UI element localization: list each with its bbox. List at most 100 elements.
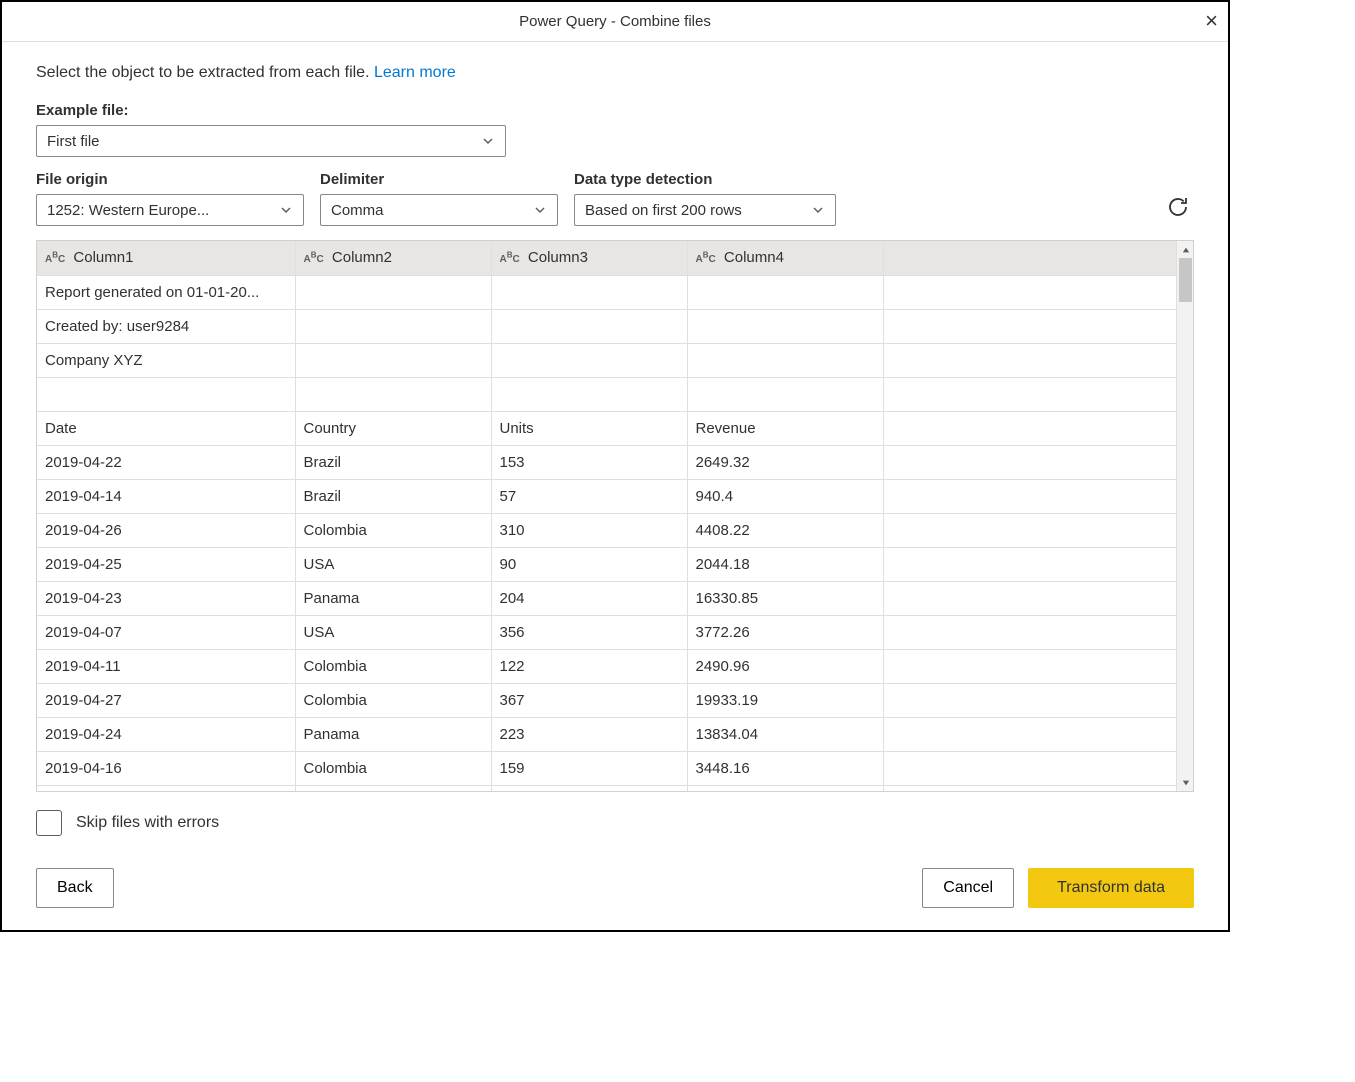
table-cell: 367: [491, 683, 687, 717]
table-row[interactable]: 2019-04-22Brazil1532649.32: [37, 445, 1176, 479]
table-cell: [687, 309, 883, 343]
table-cell: [883, 547, 1176, 581]
table-cell: USA: [295, 547, 491, 581]
table-cell: 153: [491, 445, 687, 479]
chevron-down-icon: [279, 203, 293, 217]
table-cell: 57: [491, 479, 687, 513]
example-file-field: Example file: First file: [36, 102, 1194, 157]
scroll-up-icon[interactable]: [1177, 241, 1194, 258]
vertical-scrollbar[interactable]: [1176, 241, 1193, 791]
table-row[interactable]: 2019-04-24Panama22313834.04: [37, 717, 1176, 751]
chevron-down-icon: [481, 134, 495, 148]
table-row[interactable]: 2019-04-14Brazil57940.4: [37, 479, 1176, 513]
table-cell: [883, 411, 1176, 445]
table-row[interactable]: 2019-04-25USA902044.18: [37, 547, 1176, 581]
skip-files-row: Skip files with errors: [36, 810, 1194, 836]
table-cell: [883, 717, 1176, 751]
skip-files-checkbox[interactable]: [36, 810, 62, 836]
close-icon[interactable]: ×: [1205, 10, 1218, 32]
table-row[interactable]: [37, 377, 1176, 411]
table-cell: Revenue: [687, 411, 883, 445]
learn-more-link[interactable]: Learn more: [374, 64, 456, 81]
table-cell: Panama: [295, 717, 491, 751]
table-cell: Brazil: [295, 445, 491, 479]
table-cell: 2019-04-25: [37, 547, 295, 581]
example-file-select[interactable]: First file: [36, 125, 506, 157]
table-cell: [687, 343, 883, 377]
preview-table-wrap: ABC Column1 ABC Column2 ABC Column3 ABC …: [36, 240, 1194, 792]
table-cell: [883, 785, 1176, 791]
table-row[interactable]: Company XYZ: [37, 343, 1176, 377]
back-button[interactable]: Back: [36, 868, 114, 908]
column-header[interactable]: ABC Column1: [37, 241, 295, 275]
column-header-empty: [883, 241, 1176, 275]
scroll-thumb[interactable]: [1179, 258, 1192, 302]
table-cell: 2019-04-27: [37, 683, 295, 717]
table-row[interactable]: 2019-04-26Colombia3104408.22: [37, 513, 1176, 547]
table-cell: 122: [491, 649, 687, 683]
table-cell: [883, 343, 1176, 377]
table-cell: 2019-04-22: [37, 445, 295, 479]
abc-icon: ABC: [304, 254, 324, 265]
table-cell: Panama: [295, 581, 491, 615]
dialog-title: Power Query - Combine files: [519, 13, 711, 30]
table-cell: 4408.22: [687, 513, 883, 547]
scroll-down-icon[interactable]: [1177, 774, 1194, 791]
table-cell: [491, 309, 687, 343]
table-row[interactable]: 2019-04-16Colombia1593448.16: [37, 751, 1176, 785]
table-cell: [37, 377, 295, 411]
data-type-detection-value: Based on first 200 rows: [585, 202, 742, 219]
table-cell: [687, 275, 883, 309]
example-file-value: First file: [47, 133, 100, 150]
table-header-row: ABC Column1 ABC Column2 ABC Column3 ABC …: [37, 241, 1176, 275]
table-row[interactable]: 2019-04-11Colombia1222490.96: [37, 649, 1176, 683]
column-header[interactable]: ABC Column4: [687, 241, 883, 275]
delimiter-select[interactable]: Comma: [320, 194, 558, 226]
table-cell: [883, 751, 1176, 785]
table-cell: 258: [491, 785, 687, 791]
file-origin-select[interactable]: 1252: Western Europe...: [36, 194, 304, 226]
table-cell: [295, 343, 491, 377]
table-cell: [687, 377, 883, 411]
cancel-button[interactable]: Cancel: [922, 868, 1014, 908]
table-cell: 2649.32: [687, 445, 883, 479]
table-cell: 2019-04-23: [37, 581, 295, 615]
table-cell: 204: [491, 581, 687, 615]
table-cell: [295, 377, 491, 411]
dialog-content: Select the object to be extracted from e…: [2, 42, 1228, 850]
table-row[interactable]: 2019-04-07USA3563772.26: [37, 615, 1176, 649]
column-header[interactable]: ABC Column2: [295, 241, 491, 275]
refresh-icon[interactable]: [1166, 195, 1190, 222]
table-cell: 90: [491, 547, 687, 581]
example-file-label: Example file:: [36, 102, 1194, 119]
delimiter-value: Comma: [331, 202, 384, 219]
table-row[interactable]: 2019-04-27Colombia36719933.19: [37, 683, 1176, 717]
table-cell: Colombia: [295, 751, 491, 785]
table-cell: Date: [37, 411, 295, 445]
chevron-down-icon: [811, 203, 825, 217]
delimiter-label: Delimiter: [320, 171, 558, 188]
table-row[interactable]: 2019-04-08Canada25814601.34: [37, 785, 1176, 791]
table-cell: [491, 275, 687, 309]
table-cell: 14601.34: [687, 785, 883, 791]
table-cell: 2019-04-07: [37, 615, 295, 649]
intro-label: Select the object to be extracted from e…: [36, 64, 374, 81]
table-row[interactable]: Report generated on 01-01-20...: [37, 275, 1176, 309]
data-type-detection-select[interactable]: Based on first 200 rows: [574, 194, 836, 226]
dialog-footer: Back Cancel Transform data: [2, 850, 1228, 930]
transform-data-button[interactable]: Transform data: [1028, 868, 1194, 908]
table-cell: Brazil: [295, 479, 491, 513]
table-cell: 2019-04-14: [37, 479, 295, 513]
table-row[interactable]: 2019-04-23Panama20416330.85: [37, 581, 1176, 615]
table-row[interactable]: Created by: user9284: [37, 309, 1176, 343]
abc-icon: ABC: [500, 254, 520, 265]
column-header[interactable]: ABC Column3: [491, 241, 687, 275]
table-row[interactable]: DateCountryUnitsRevenue: [37, 411, 1176, 445]
table-cell: [883, 683, 1176, 717]
table-cell: Colombia: [295, 513, 491, 547]
table-cell: Report generated on 01-01-20...: [37, 275, 295, 309]
table-cell: Company XYZ: [37, 343, 295, 377]
preview-table: ABC Column1 ABC Column2 ABC Column3 ABC …: [37, 241, 1176, 791]
table-cell: 2019-04-08: [37, 785, 295, 791]
options-row: File origin 1252: Western Europe... Deli…: [36, 171, 1194, 226]
